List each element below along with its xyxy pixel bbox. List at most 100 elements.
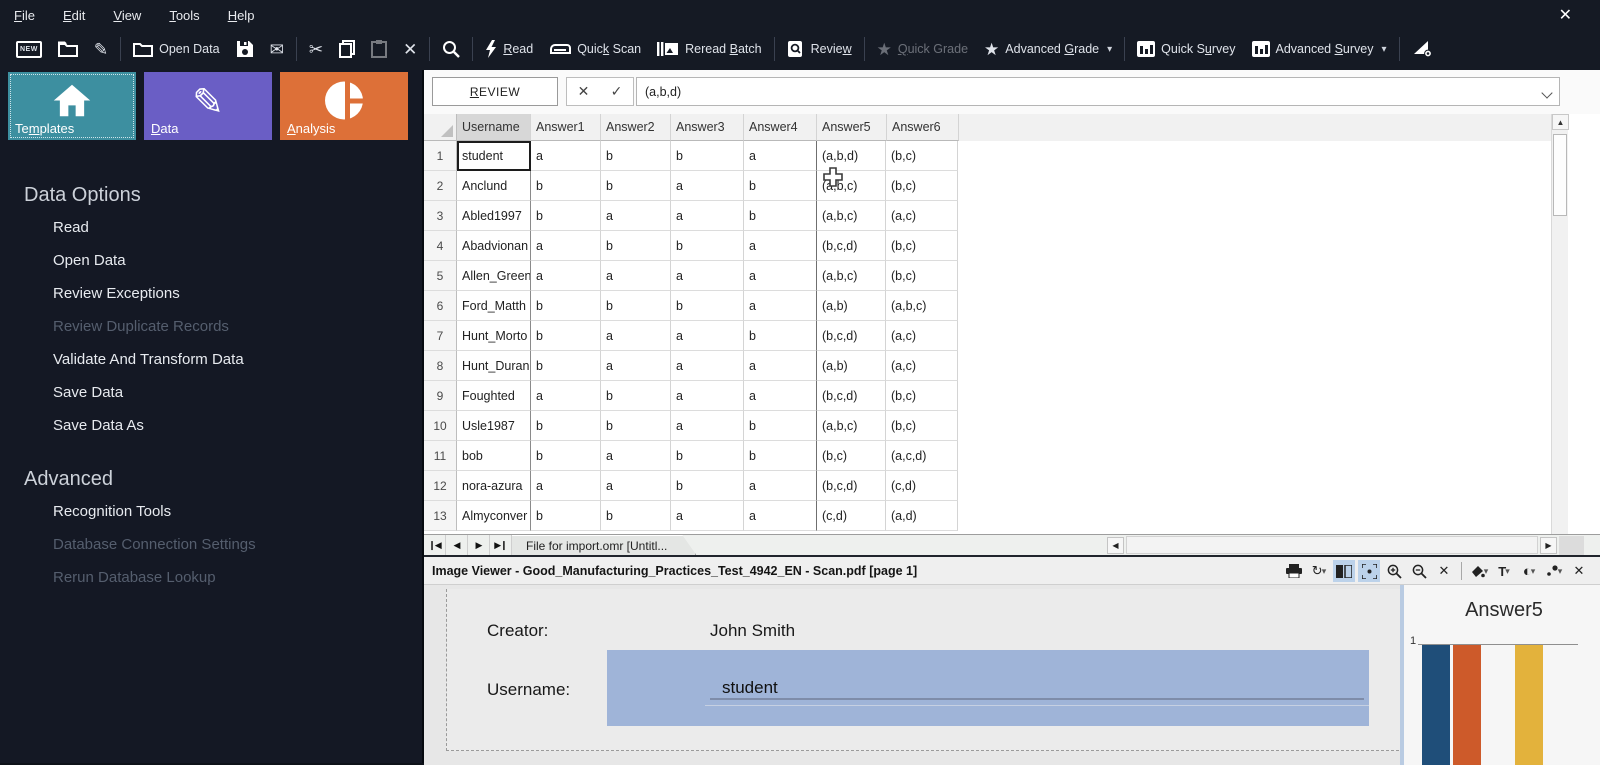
grid-cell[interactable]: Almyconver [457, 501, 531, 531]
grid-cell[interactable]: b [744, 171, 817, 201]
close-icon[interactable]: ✕ [1559, 5, 1572, 25]
quick-scan-button[interactable]: Quick Scan [541, 34, 649, 64]
grid-cell[interactable]: b [531, 501, 601, 531]
grid-cell[interactable]: a [744, 261, 817, 291]
grid-cell[interactable]: (a,b,c) [816, 261, 886, 291]
grid-cell[interactable]: (a,b,d) [816, 141, 886, 171]
grid-cell[interactable]: a [744, 141, 817, 171]
grid-cell[interactable]: a [671, 201, 744, 231]
close-region-icon[interactable]: ✕ [1433, 560, 1455, 582]
grid-cell[interactable]: Abadvionan [457, 231, 531, 261]
zoom-out-icon[interactable] [1408, 560, 1430, 582]
grid-cell[interactable]: Hunt_Morto [457, 321, 531, 351]
last-record-icon[interactable]: ▶❙ [490, 535, 512, 555]
row-number[interactable]: 10 [424, 411, 457, 441]
grid-cell[interactable]: (b,c) [886, 231, 958, 261]
edit-template-button[interactable]: ✎ [86, 34, 116, 64]
copy-button[interactable] [331, 34, 363, 64]
grid-cell[interactable]: Anclund [457, 171, 531, 201]
column-header-answer1[interactable]: Answer1 [531, 114, 601, 141]
open-data-button[interactable]: Open Data [125, 34, 227, 64]
grid-cell[interactable]: a [671, 261, 744, 291]
sidebar-item-review-exceptions[interactable]: Review Exceptions [53, 277, 424, 310]
column-header-answer6[interactable]: Answer6 [887, 114, 959, 141]
grid-cell[interactable]: b [531, 171, 601, 201]
row-number[interactable]: 5 [424, 261, 457, 291]
cut-button[interactable]: ✂ [301, 34, 331, 64]
advanced-grade-button[interactable]: ★ Advanced Grade ▾ [976, 34, 1120, 64]
grid-cell[interactable]: b [531, 291, 601, 321]
row-number[interactable]: 1 [424, 141, 457, 171]
grid-cell[interactable]: b [601, 231, 671, 261]
sidebar-item-recognition-tools[interactable]: Recognition Tools [53, 495, 424, 528]
grid-cell[interactable]: a [744, 381, 817, 411]
menu-tools[interactable]: Tools [169, 8, 199, 23]
grid-cell[interactable]: (a,b,c) [816, 201, 886, 231]
grid-cell[interactable]: b [671, 231, 744, 261]
grid-cell[interactable]: (b,c) [886, 141, 958, 171]
grid-cell[interactable]: a [671, 501, 744, 531]
contrast-tool-icon[interactable]: ◐▾ [1518, 560, 1540, 582]
grid-cell[interactable]: b [531, 411, 601, 441]
grid-cell[interactable]: (c,d) [886, 471, 958, 501]
text-tool-icon[interactable]: T▾ [1493, 560, 1515, 582]
prev-record-icon[interactable]: ◀ [446, 535, 468, 555]
open-template-button[interactable] [50, 34, 86, 64]
column-header-answer4[interactable]: Answer4 [744, 114, 817, 141]
cancel-edit-icon[interactable]: ✕ [567, 78, 600, 105]
next-record-icon[interactable]: ▶ [468, 535, 490, 555]
print-icon[interactable] [1283, 560, 1305, 582]
grid-cell[interactable]: b [601, 141, 671, 171]
grid-cell[interactable]: a [601, 441, 671, 471]
grid-cell[interactable]: (a,b,c) [816, 171, 886, 201]
grid-cell[interactable]: b [531, 321, 601, 351]
review-button-toolbar[interactable]: Review [779, 34, 860, 64]
grid-cell[interactable]: (b,c) [886, 411, 958, 441]
close-viewer-icon[interactable]: ✕ [1568, 560, 1590, 582]
select-all-corner[interactable] [424, 114, 457, 141]
quick-survey-button[interactable]: Quick Survey [1129, 34, 1243, 64]
grid-cell[interactable]: Foughted [457, 381, 531, 411]
sidebar-item-validate-and-transform-data[interactable]: Validate And Transform Data [53, 343, 424, 376]
grid-cell[interactable]: a [744, 501, 817, 531]
grid-cell[interactable]: (a,b,c) [886, 291, 958, 321]
horizontal-scrollbar-track[interactable] [1126, 536, 1538, 554]
grid-cell[interactable]: a [601, 321, 671, 351]
row-number[interactable]: 3 [424, 201, 457, 231]
grid-cell[interactable]: a [671, 351, 744, 381]
grid-cell[interactable]: a [744, 471, 817, 501]
auto-focus-icon[interactable] [1358, 560, 1380, 582]
grid-cell[interactable]: bob [457, 441, 531, 471]
grid-cell[interactable]: (c,d) [816, 501, 886, 531]
grid-cell[interactable]: (a,b,c) [816, 411, 886, 441]
zoom-in-icon[interactable] [1383, 560, 1405, 582]
scrollbar-thumb[interactable] [1553, 134, 1567, 216]
grid-cell[interactable]: a [601, 351, 671, 381]
grid-cell[interactable]: a [601, 261, 671, 291]
grid-cell[interactable]: b [671, 291, 744, 321]
grid-cell[interactable]: Allen_Green [457, 261, 531, 291]
column-header-username[interactable]: Username [457, 114, 531, 141]
grid-cell[interactable]: (b,c) [886, 381, 958, 411]
grid-cell[interactable]: a [671, 171, 744, 201]
row-number[interactable]: 9 [424, 381, 457, 411]
reread-batch-button[interactable]: Reread Batch [649, 34, 769, 64]
grid-cell[interactable]: a [601, 471, 671, 501]
formula-bar-input[interactable]: (a,b,d) [636, 77, 1560, 106]
email-button[interactable]: ✉ [262, 34, 292, 64]
dots-tool-icon[interactable]: ▾ [1543, 560, 1565, 582]
row-number[interactable]: 4 [424, 231, 457, 261]
grid-cell[interactable]: Ford_Matth [457, 291, 531, 321]
menu-file[interactable]: File [14, 8, 35, 23]
vertical-scrollbar[interactable]: ▲ ▼ [1551, 114, 1568, 550]
grid-cell[interactable]: a [531, 231, 601, 261]
grid-cell[interactable]: b [744, 411, 817, 441]
grid-cell[interactable]: b [531, 201, 601, 231]
chevron-down-icon[interactable] [1541, 87, 1552, 98]
grid-cell[interactable]: (b,c) [816, 441, 886, 471]
paste-button[interactable] [363, 34, 395, 64]
grid-cell[interactable]: a [531, 261, 601, 291]
save-button[interactable] [228, 34, 262, 64]
fill-tool-icon[interactable]: ▾ [1468, 560, 1490, 582]
grid-cell[interactable]: (b,c,d) [816, 231, 886, 261]
